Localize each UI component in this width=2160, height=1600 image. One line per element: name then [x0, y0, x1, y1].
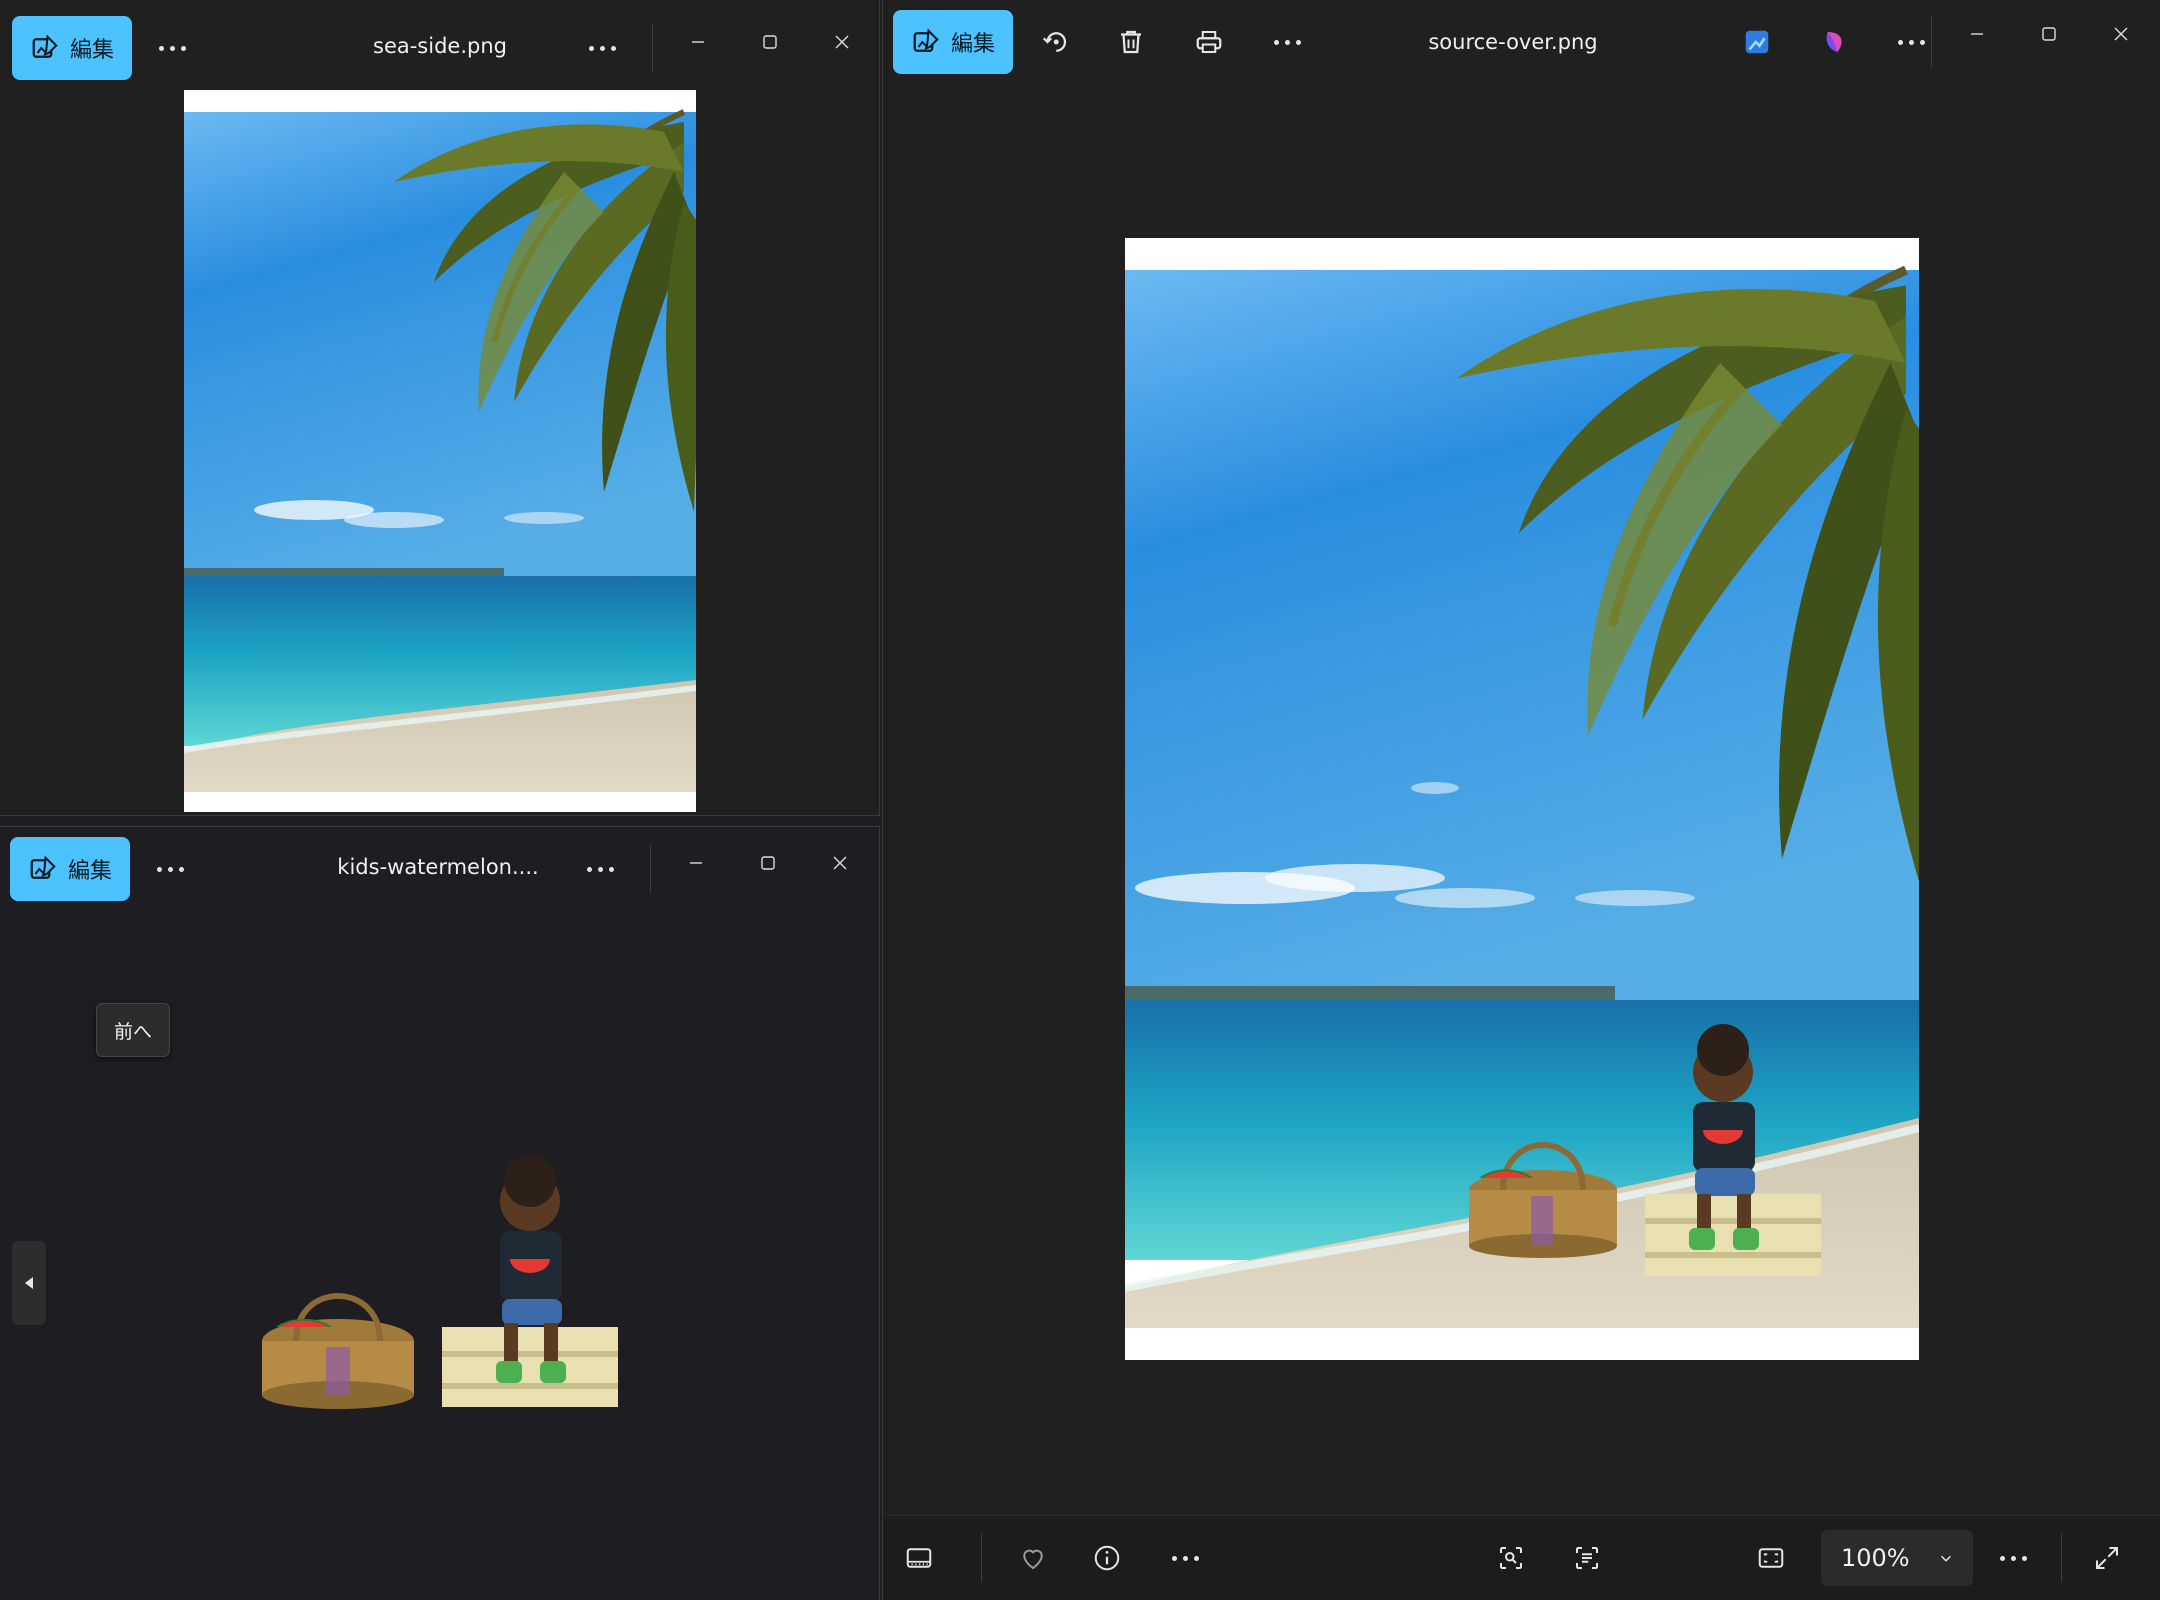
designer-app-icon: [1745, 30, 1769, 54]
text-recognition-button[interactable]: [1559, 1530, 1615, 1586]
edit-button-label: 編集: [951, 32, 996, 57]
clipchamp-button[interactable]: [1807, 14, 1863, 70]
close-icon: [835, 35, 849, 49]
maximize-icon: [2042, 27, 2056, 41]
more-button[interactable]: [142, 841, 198, 897]
seaside-photo: [184, 90, 696, 812]
main-titlebar: 編集 source-over.png: [883, 0, 2160, 84]
separator: [652, 24, 653, 72]
clipchamp-icon: [1826, 32, 1842, 52]
more-button[interactable]: [1157, 1530, 1213, 1586]
fit-to-window-button[interactable]: [1743, 1530, 1799, 1586]
seaside-titlebar: 編集 sea-side.png: [0, 0, 879, 84]
minimize-icon: [692, 41, 704, 43]
fullscreen-button[interactable]: [2079, 1530, 2135, 1586]
chevron-down-icon: [1940, 1555, 1952, 1562]
close-icon: [833, 856, 847, 870]
minimize-icon: [1971, 33, 1983, 35]
more-dots-icon: [1273, 39, 1301, 45]
filmstrip-button[interactable]: [891, 1530, 947, 1586]
more-button[interactable]: [144, 20, 200, 76]
maximize-icon: [763, 35, 777, 49]
more-dots-icon: [586, 866, 614, 872]
previous-button[interactable]: [12, 1241, 46, 1325]
rotate-button[interactable]: [1027, 14, 1083, 70]
minimize-button[interactable]: [666, 14, 730, 70]
maximize-button[interactable]: [738, 14, 802, 70]
print-button[interactable]: [1181, 14, 1237, 70]
kids-watermelon-image: [256, 1151, 626, 1411]
printer-icon: [1196, 31, 1222, 53]
zoom-more-button[interactable]: [1985, 1530, 2041, 1586]
close-button[interactable]: [810, 14, 874, 70]
rotate-icon: [1042, 32, 1067, 52]
maximize-button[interactable]: [736, 835, 800, 891]
more-dots-icon: [1897, 39, 1925, 45]
edit-image-icon: [913, 28, 939, 52]
title-more-button[interactable]: [574, 20, 630, 76]
separator: [650, 845, 651, 893]
edit-button-label: 編集: [68, 859, 113, 884]
close-icon: [2114, 27, 2128, 41]
info-icon: [1094, 1545, 1120, 1571]
window-title: sea-side.png: [373, 34, 507, 58]
visual-search-icon: [1500, 1547, 1522, 1569]
trash-icon: [1121, 30, 1141, 54]
seaside-window: 編集 sea-side.png: [0, 0, 880, 816]
edit-button[interactable]: 編集: [12, 16, 133, 80]
more-dots-icon: [1171, 1555, 1199, 1561]
minimize-button[interactable]: [1945, 6, 2009, 62]
kids-titlebar: 編集 kids-watermelon....: [0, 827, 879, 911]
visual-search-button[interactable]: [1483, 1530, 1539, 1586]
more-button[interactable]: [1259, 14, 1315, 70]
heart-icon: [1023, 1549, 1043, 1570]
maximize-icon: [761, 856, 775, 870]
fullscreen-icon: [2096, 1547, 2118, 1569]
designer-button[interactable]: [1729, 14, 1785, 70]
edit-button-label: 編集: [70, 38, 115, 63]
kids-window: 編集 kids-watermelon.... 前へ: [0, 826, 880, 1600]
previous-tooltip: 前へ: [96, 1003, 170, 1057]
zoom-dropdown[interactable]: 100%: [1821, 1530, 1973, 1586]
window-title: source-over.png: [1428, 30, 1598, 54]
separator: [2061, 1534, 2062, 1582]
edit-image-icon: [32, 34, 58, 58]
delete-button[interactable]: [1103, 14, 1159, 70]
minimize-button[interactable]: [664, 835, 728, 891]
text-scan-icon: [1576, 1547, 1598, 1569]
separator: [981, 1534, 982, 1582]
bottom-toolbar: 100%: [883, 1515, 2160, 1600]
maximize-button[interactable]: [2017, 6, 2081, 62]
edit-button[interactable]: 編集: [10, 837, 131, 901]
more-dots-icon: [1999, 1555, 2027, 1561]
more-dots-icon: [158, 45, 186, 51]
more-dots-icon: [156, 866, 184, 872]
close-button[interactable]: [2089, 6, 2153, 62]
zoom-value: 100%: [1841, 1544, 1910, 1572]
edit-image-icon: [30, 855, 56, 879]
more-dots-icon: [588, 45, 616, 51]
fit-to-window-icon: [1758, 1548, 1784, 1568]
composite-photo: [1125, 238, 1919, 1360]
edit-button[interactable]: 編集: [893, 10, 1014, 74]
previous-arrow-icon: [25, 1277, 33, 1289]
filmstrip-icon: [906, 1548, 932, 1568]
title-more-button[interactable]: [572, 841, 628, 897]
favorite-button[interactable]: [1005, 1530, 1061, 1586]
info-button[interactable]: [1079, 1530, 1135, 1586]
separator: [1931, 16, 1932, 68]
window-title: kids-watermelon....: [337, 855, 539, 879]
minimize-icon: [690, 862, 702, 864]
main-window: 編集 source-over.png 100%: [882, 0, 2160, 1600]
close-button[interactable]: [808, 835, 872, 891]
